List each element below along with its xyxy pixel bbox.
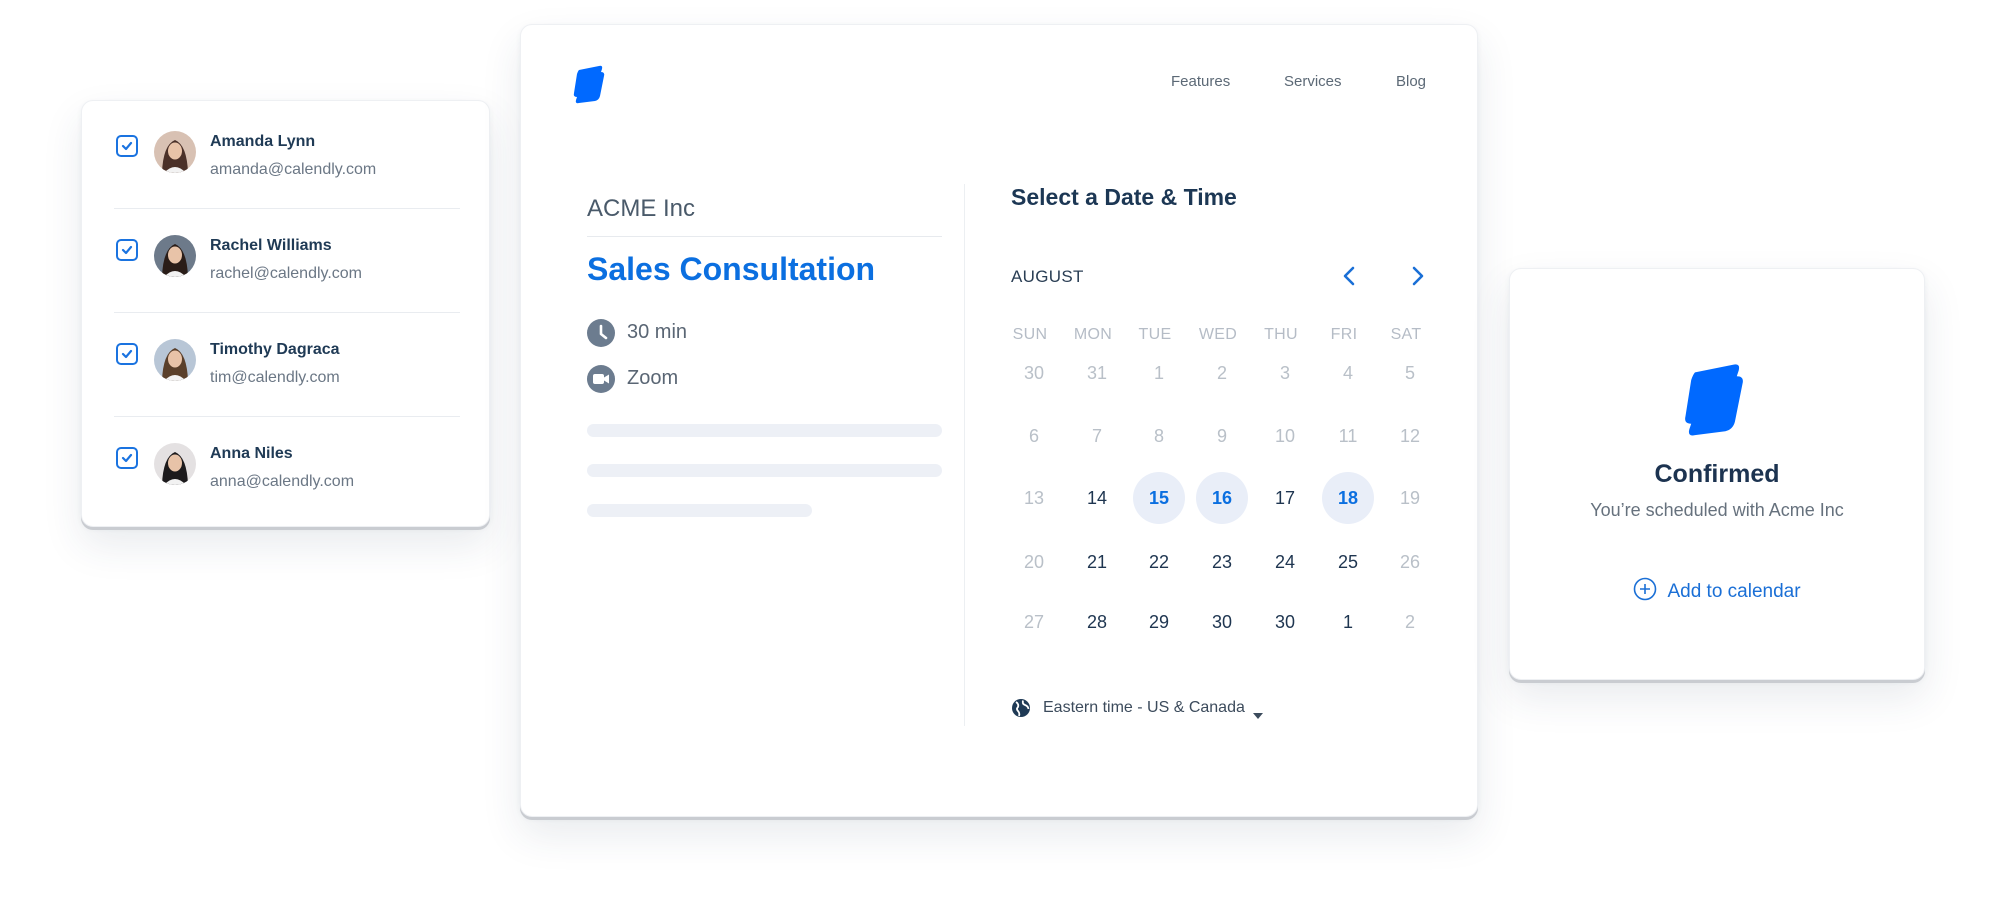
calendar-day[interactable]: 23 bbox=[1196, 536, 1248, 588]
attendee-row: Amanda Lynn amanda@calendly.com bbox=[82, 101, 489, 205]
avatar bbox=[154, 339, 196, 381]
attendee-email: tim@calendly.com bbox=[210, 369, 340, 386]
calendar-day[interactable]: 17 bbox=[1259, 472, 1311, 524]
calendar-day: 31 bbox=[1086, 363, 1108, 383]
weekday-label: MON bbox=[1073, 326, 1113, 343]
weekday-label: WED bbox=[1198, 326, 1238, 343]
column-divider bbox=[964, 184, 965, 726]
attendee-checkbox[interactable] bbox=[116, 447, 138, 469]
calendar-day: 3 bbox=[1279, 363, 1290, 383]
weekday-label: FRI bbox=[1330, 326, 1358, 343]
calendar-day: 8 bbox=[1153, 426, 1164, 446]
calendar-day[interactable]: 29 bbox=[1133, 596, 1185, 648]
booking-card: Features Services Blog ACME Inc Sales Co… bbox=[520, 24, 1478, 817]
description-placeholder-line bbox=[587, 504, 812, 517]
calendar-day: 27 bbox=[1023, 612, 1045, 632]
calendar-day: 1 bbox=[1153, 363, 1164, 383]
calendar-day: 10 bbox=[1274, 426, 1296, 446]
calendar-day: 9 bbox=[1216, 426, 1227, 446]
nav-link-services[interactable]: Services bbox=[1284, 73, 1342, 90]
calendar-day[interactable]: 28 bbox=[1071, 596, 1123, 648]
attendee-name: Amanda Lynn bbox=[210, 133, 316, 150]
available-day[interactable]: 16 bbox=[1196, 472, 1248, 524]
calendar-day[interactable]: 30 bbox=[1259, 596, 1311, 648]
avatar bbox=[154, 131, 196, 173]
weekday-label: TUE bbox=[1138, 326, 1172, 343]
attendee-checkbox[interactable] bbox=[116, 135, 138, 157]
calendly-logo-icon[interactable] bbox=[569, 64, 609, 109]
available-day[interactable]: 18 bbox=[1322, 472, 1374, 524]
calendar-day: 19 bbox=[1399, 488, 1421, 508]
calendly-logo-icon bbox=[1676, 361, 1752, 442]
attendee-email: amanda@calendly.com bbox=[210, 161, 377, 178]
description-placeholder-line bbox=[587, 424, 942, 437]
add-to-calendar-button[interactable]: Add to calendar bbox=[1510, 577, 1924, 606]
calendar-day[interactable]: 25 bbox=[1322, 536, 1374, 588]
attendee-checkbox[interactable] bbox=[116, 343, 138, 365]
nav-link-features[interactable]: Features bbox=[1171, 73, 1230, 90]
calendar-heading: Select a Date & Time bbox=[1011, 184, 1237, 210]
event-title: Sales Consultation bbox=[587, 251, 876, 287]
attendee-row: Rachel Williams rachel@calendly.com bbox=[82, 205, 489, 309]
calendar-day: 5 bbox=[1404, 363, 1415, 383]
calendar-day: 13 bbox=[1023, 488, 1045, 508]
calendar-day[interactable]: 24 bbox=[1259, 536, 1311, 588]
calendar-day: 11 bbox=[1338, 426, 1358, 446]
calendar-day[interactable]: 1 bbox=[1322, 596, 1374, 648]
attendee-row: Anna Niles anna@calendly.com bbox=[82, 413, 489, 517]
calendar-day: 6 bbox=[1028, 426, 1039, 446]
calendar-day: 7 bbox=[1091, 426, 1102, 446]
calendar-day: 4 bbox=[1342, 363, 1353, 383]
calendar-day: 2 bbox=[1216, 363, 1227, 383]
video-camera-icon bbox=[587, 365, 615, 393]
weekday-label: SUN bbox=[1012, 326, 1048, 343]
confirmation-title: Confirmed bbox=[1654, 460, 1780, 488]
timezone-label: Eastern time - US & Canada bbox=[1043, 699, 1245, 716]
globe-icon bbox=[1011, 698, 1031, 723]
clock-icon bbox=[587, 319, 615, 347]
plus-circle-icon bbox=[1633, 577, 1657, 606]
attendees-card: Amanda Lynn amanda@calendly.com Rachel Wil… bbox=[81, 100, 490, 527]
calendar-day[interactable]: 21 bbox=[1071, 536, 1123, 588]
calendar-day: 2 bbox=[1404, 612, 1415, 632]
calendar-day[interactable]: 30 bbox=[1196, 596, 1248, 648]
attendee-name: Timothy Dagraca bbox=[210, 341, 340, 358]
add-to-calendar-label: Add to calendar bbox=[1667, 580, 1801, 602]
chevron-left-icon[interactable] bbox=[1337, 263, 1363, 289]
month-label: AUGUST bbox=[1011, 267, 1084, 286]
calendar-day: 26 bbox=[1399, 552, 1421, 572]
calendar-day[interactable]: 22 bbox=[1133, 536, 1185, 588]
description-placeholder-line bbox=[587, 464, 942, 477]
calendar-day: 12 bbox=[1399, 426, 1421, 446]
confirmation-card: Confirmed You’re scheduled with Acme Inc… bbox=[1509, 268, 1925, 680]
attendee-checkbox[interactable] bbox=[116, 239, 138, 261]
duration-text: 30 min bbox=[627, 321, 688, 343]
calendar-day: 20 bbox=[1023, 552, 1045, 572]
caret-down-icon bbox=[1253, 706, 1263, 724]
location-text: Zoom bbox=[627, 367, 679, 389]
available-day[interactable]: 15 bbox=[1133, 472, 1185, 524]
calendar-day: 30 bbox=[1023, 363, 1045, 383]
confirmation-subtitle: You’re scheduled with Acme Inc bbox=[1590, 500, 1844, 520]
weekday-label: THU bbox=[1264, 326, 1298, 343]
attendee-name: Anna Niles bbox=[210, 445, 293, 462]
attendee-name: Rachel Williams bbox=[210, 237, 332, 254]
nav-link-blog[interactable]: Blog bbox=[1396, 73, 1426, 90]
company-name: ACME Inc bbox=[587, 195, 696, 222]
divider bbox=[587, 236, 942, 237]
attendee-email: anna@calendly.com bbox=[210, 473, 355, 490]
weekday-label: SAT bbox=[1390, 326, 1422, 343]
calendar-day[interactable]: 14 bbox=[1071, 472, 1123, 524]
chevron-right-icon[interactable] bbox=[1404, 263, 1430, 289]
avatar bbox=[154, 235, 196, 277]
attendee-email: rachel@calendly.com bbox=[210, 265, 363, 282]
attendee-row: Timothy Dagraca tim@calendly.com bbox=[82, 309, 489, 413]
avatar bbox=[154, 443, 196, 485]
